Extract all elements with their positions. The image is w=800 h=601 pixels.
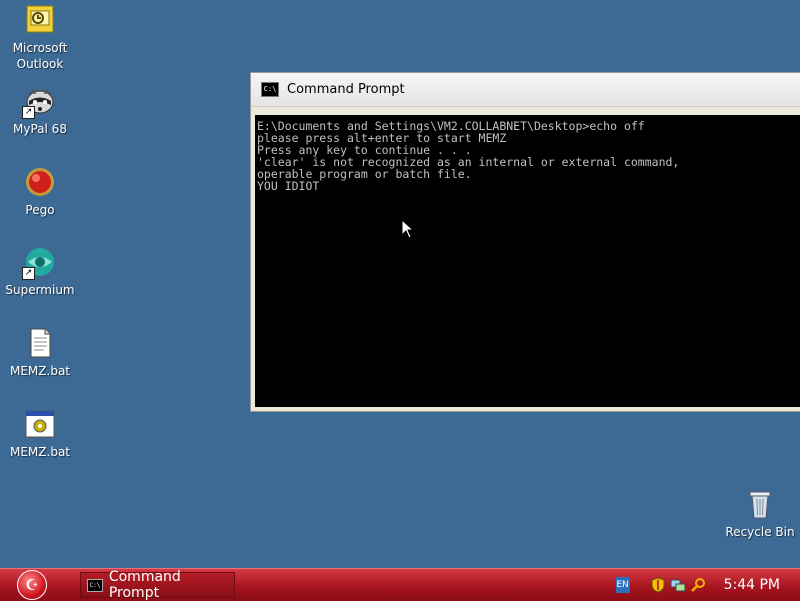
console-output[interactable]: E:\Documents and Settings\VM2.COLLABNET\… (255, 115, 800, 407)
shortcut-arrow-icon: ↗ (22, 106, 35, 119)
desktop-icon-label: MEMZ.bat (10, 364, 70, 378)
desktop-icon-pego[interactable]: Pego (0, 166, 80, 218)
window-title: Command Prompt (287, 82, 405, 97)
desktop-icon-mypal[interactable]: ↗ MyPal 68 (0, 85, 80, 137)
console-line: operable program or batch file. (257, 167, 472, 181)
bat-file-icon (24, 327, 56, 359)
desktop-icon-label: Pego (25, 203, 55, 217)
cmd-icon: C:\ (87, 578, 103, 592)
shield-icon[interactable] (650, 577, 666, 593)
desktop: Microsoft Outlook ↗ MyPal 68 Pego ↗ Supe… (0, 0, 800, 568)
desktop-icon-label: Recycle Bin (725, 525, 795, 539)
console-line: YOU IDIOT (257, 179, 320, 193)
cmd-icon: C:\ (261, 82, 279, 97)
system-tray: EN 5:44 PM (615, 569, 800, 601)
clock[interactable]: 5:44 PM (724, 577, 780, 593)
desktop-icon-label: Microsoft Outlook (12, 41, 68, 71)
desktop-icon-memz-bat-2[interactable]: MEMZ.bat (0, 408, 80, 460)
desktop-icon-supermium[interactable]: ↗ Supermium (0, 246, 80, 298)
desktop-icon-outlook[interactable]: Microsoft Outlook (0, 4, 80, 72)
search-key-icon[interactable] (690, 577, 706, 593)
desktop-icon-label: MEMZ.bat (10, 445, 70, 459)
mypal-icon: ↗ (22, 85, 56, 119)
language-indicator[interactable]: EN (615, 577, 630, 593)
desktop-icon-label: Supermium (5, 283, 75, 297)
mouse-cursor-icon (401, 219, 415, 239)
taskbar-item-command-prompt[interactable]: C:\ Command Prompt (80, 569, 235, 601)
outlook-icon (24, 4, 56, 36)
start-orb-icon: ☪ (17, 570, 47, 600)
recycle-bin-icon (744, 488, 776, 520)
pego-icon (24, 166, 56, 198)
start-button[interactable]: ☪ (12, 569, 52, 601)
supermium-icon: ↗ (22, 246, 56, 280)
desktop-icon-memz-bat-1[interactable]: MEMZ.bat (0, 327, 80, 379)
desktop-icon-label: MyPal 68 (13, 122, 67, 136)
bat-settings-icon (24, 408, 56, 440)
window-titlebar[interactable]: C:\ Command Prompt (251, 73, 800, 107)
command-prompt-window[interactable]: C:\ Command Prompt E:\Documents and Sett… (250, 72, 800, 412)
taskbar: ☪ C:\ Command Prompt EN 5:44 PM (0, 568, 800, 601)
network-icon[interactable] (670, 577, 686, 593)
taskbar-item-label: Command Prompt (108, 569, 181, 601)
shortcut-arrow-icon: ↗ (22, 267, 35, 280)
desktop-icon-recycle-bin[interactable]: Recycle Bin (720, 488, 800, 540)
